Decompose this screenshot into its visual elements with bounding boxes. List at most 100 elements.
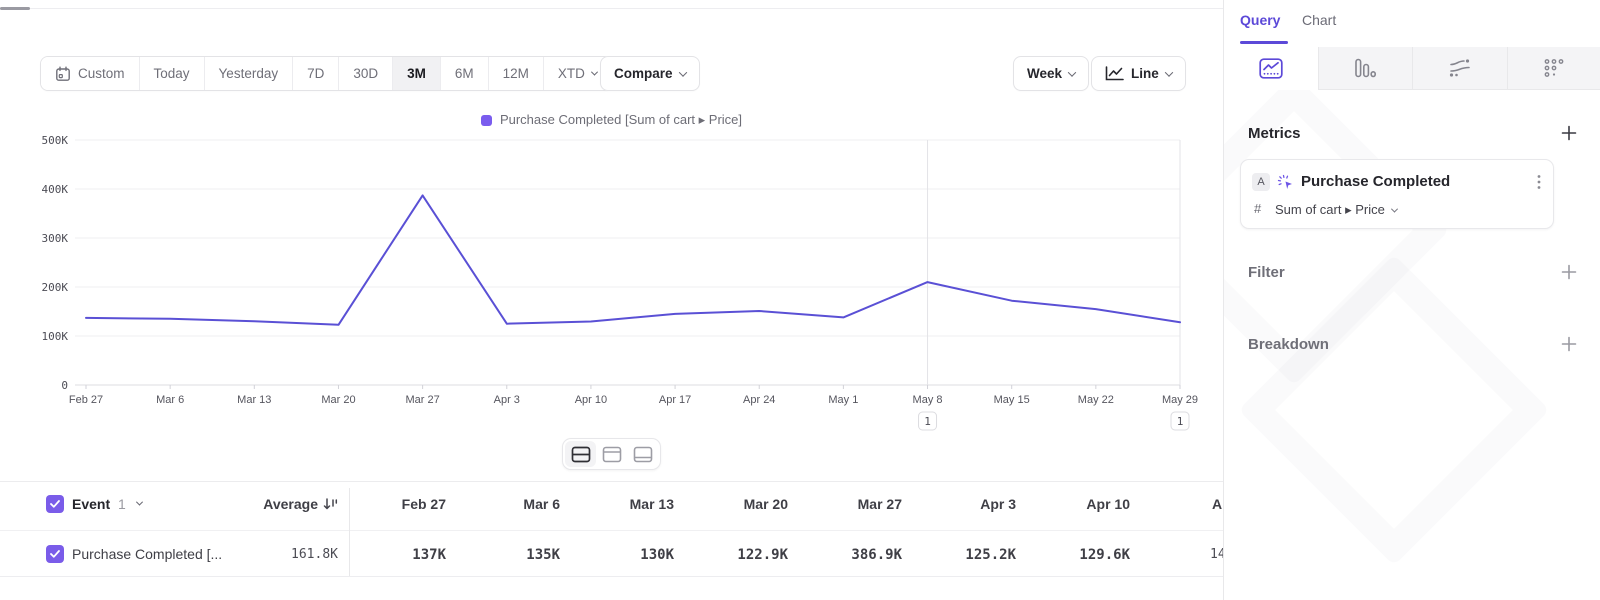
tab-funnels[interactable] <box>1318 47 1413 90</box>
x-axis-tick: Feb 27 <box>69 394 103 406</box>
range-label: 12M <box>503 66 529 81</box>
check-icon <box>50 550 60 558</box>
tab-flows[interactable] <box>1412 47 1507 90</box>
flows-icon <box>1448 58 1472 78</box>
table-row[interactable]: Purchase Completed [... 161.8K 137K135K1… <box>0 532 1223 577</box>
date-column-header: Apr 10 <box>1016 496 1130 512</box>
aggregation-label: Sum of cart ▸ Price <box>1275 202 1385 218</box>
cell-value: 130K <box>560 547 674 563</box>
legend-swatch <box>481 115 492 126</box>
granularity-label: Week <box>1027 66 1062 81</box>
y-axis-tick: 400K <box>42 183 69 196</box>
range-label: 3M <box>407 66 426 81</box>
metric-menu-button[interactable] <box>1535 172 1543 195</box>
check-icon <box>50 500 60 508</box>
x-axis-tick: Mar 27 <box>405 394 439 406</box>
insights-chart-icon <box>1259 58 1283 79</box>
report-main-area: Custom Today Yesterday 7D 30D 3M 6M 12M XTD Comp… <box>0 0 1223 600</box>
y-axis-tick: 200K <box>42 281 69 294</box>
date-column-headers: Feb 27Mar 6Mar 13Mar 20Mar 27Apr 3Apr 10 <box>352 496 1130 512</box>
range-button-today[interactable]: Today <box>139 57 204 90</box>
annotation-badge[interactable]: 1 <box>919 412 937 430</box>
tab-insights[interactable] <box>1224 47 1318 90</box>
metrics-section-title: Metrics <box>1248 125 1301 142</box>
compare-button[interactable]: Compare <box>600 56 700 91</box>
date-range-selector: Custom Today Yesterday 7D 30D 3M 6M 12M XTD <box>40 56 612 91</box>
active-tab-underline <box>1240 41 1288 44</box>
cell-value: 386.9K <box>788 547 902 563</box>
split-view-button[interactable] <box>565 441 596 467</box>
x-axis-tick: May 1 <box>828 394 858 406</box>
line-chart[interactable]: 0100K200K300K400K500KFeb 27Mar 6Mar 13Ma… <box>0 128 1223 440</box>
panel-watermark <box>1238 254 1549 565</box>
series-line[interactable] <box>86 195 1180 324</box>
x-axis-tick: Mar 13 <box>237 394 271 406</box>
funnel-bars-icon <box>1354 58 1376 78</box>
chart-only-button[interactable] <box>596 441 627 467</box>
row-checkbox[interactable] <box>46 545 64 563</box>
table-only-button[interactable] <box>627 441 658 467</box>
clipped-date-header: Apr <box>1212 496 1223 512</box>
range-label: Today <box>154 66 190 81</box>
x-axis-tick: May 15 <box>994 394 1030 406</box>
range-button-6m[interactable]: 6M <box>440 57 488 90</box>
add-metric-button[interactable] <box>1560 125 1578 143</box>
tab-query[interactable]: Query <box>1240 12 1280 28</box>
range-button-12m[interactable]: 12M <box>488 57 543 90</box>
chart-legend[interactable]: Purchase Completed [Sum of cart ▸ Price] <box>0 112 1223 128</box>
tab-retention[interactable] <box>1507 47 1600 90</box>
chart-type-button[interactable]: Line <box>1091 56 1186 91</box>
range-label: XTD <box>558 66 585 81</box>
top-divider <box>0 8 1223 9</box>
line-chart-icon <box>1105 66 1124 81</box>
x-axis-tick: Mar 20 <box>321 394 355 406</box>
metric-aggregation-selector[interactable]: Sum of cart ▸ Price <box>1275 202 1397 218</box>
cell-value: 125.2K <box>902 547 1016 563</box>
table-header-row: Event 1 Average Feb 27Mar 6Mar 13Mar 20M… <box>0 482 1223 531</box>
x-axis-tick: May 8 <box>913 394 943 406</box>
chevron-down-icon[interactable] <box>136 499 143 506</box>
average-value: 161.8K <box>291 547 338 562</box>
range-label: Custom <box>78 66 125 81</box>
chevron-down-icon <box>1165 68 1173 76</box>
range-button-30d[interactable]: 30D <box>338 57 392 90</box>
kebab-icon <box>1537 174 1541 190</box>
table-only-icon <box>633 446 653 463</box>
granularity-button[interactable]: Week <box>1013 56 1089 91</box>
breakdown-section-title: Breakdown <box>1248 336 1329 353</box>
top-scroll-indicator[interactable] <box>0 7 30 10</box>
add-filter-button[interactable] <box>1560 264 1578 282</box>
calendar-icon <box>55 66 71 82</box>
chevron-down-icon <box>1391 205 1398 212</box>
chevron-down-icon <box>591 69 598 76</box>
range-label: Yesterday <box>219 66 279 81</box>
split-view-icon <box>571 446 591 463</box>
range-button-7d[interactable]: 7D <box>292 57 338 90</box>
range-label: 6M <box>455 66 474 81</box>
average-label: Average <box>263 496 318 512</box>
event-click-icon <box>1277 174 1294 191</box>
row-value-cells: 137K135K130K122.9K386.9K125.2K129.6K <box>352 547 1130 563</box>
tab-chart[interactable]: Chart <box>1302 12 1336 28</box>
date-column-header: Mar 6 <box>446 496 560 512</box>
add-breakdown-button[interactable] <box>1560 336 1578 354</box>
layout-toggle <box>562 438 661 470</box>
metric-card[interactable]: A Purchase Completed # Sum of cart <box>1240 159 1554 229</box>
date-column-header: Feb 27 <box>352 496 446 512</box>
y-axis-tick: 500K <box>42 134 69 147</box>
range-label: 7D <box>307 66 324 81</box>
range-button-custom[interactable]: Custom <box>41 57 139 90</box>
x-axis-tick: Mar 6 <box>156 394 184 406</box>
chart-only-icon <box>602 446 622 463</box>
insights-report-page: Custom Today Yesterday 7D 30D 3M 6M 12M XTD Comp… <box>0 0 1600 600</box>
range-button-yesterday[interactable]: Yesterday <box>204 57 293 90</box>
row-average-cell: 161.8K <box>180 547 338 562</box>
svg-text:1: 1 <box>1177 415 1184 428</box>
date-column-header: Mar 27 <box>788 496 902 512</box>
range-button-3m[interactable]: 3M <box>392 57 440 90</box>
annotation-badge[interactable]: 1 <box>1171 412 1189 430</box>
date-column-header: Apr 3 <box>902 496 1016 512</box>
select-all-checkbox[interactable] <box>46 495 64 513</box>
average-column-header[interactable]: Average <box>180 496 338 512</box>
cell-value: 137K <box>352 547 446 563</box>
